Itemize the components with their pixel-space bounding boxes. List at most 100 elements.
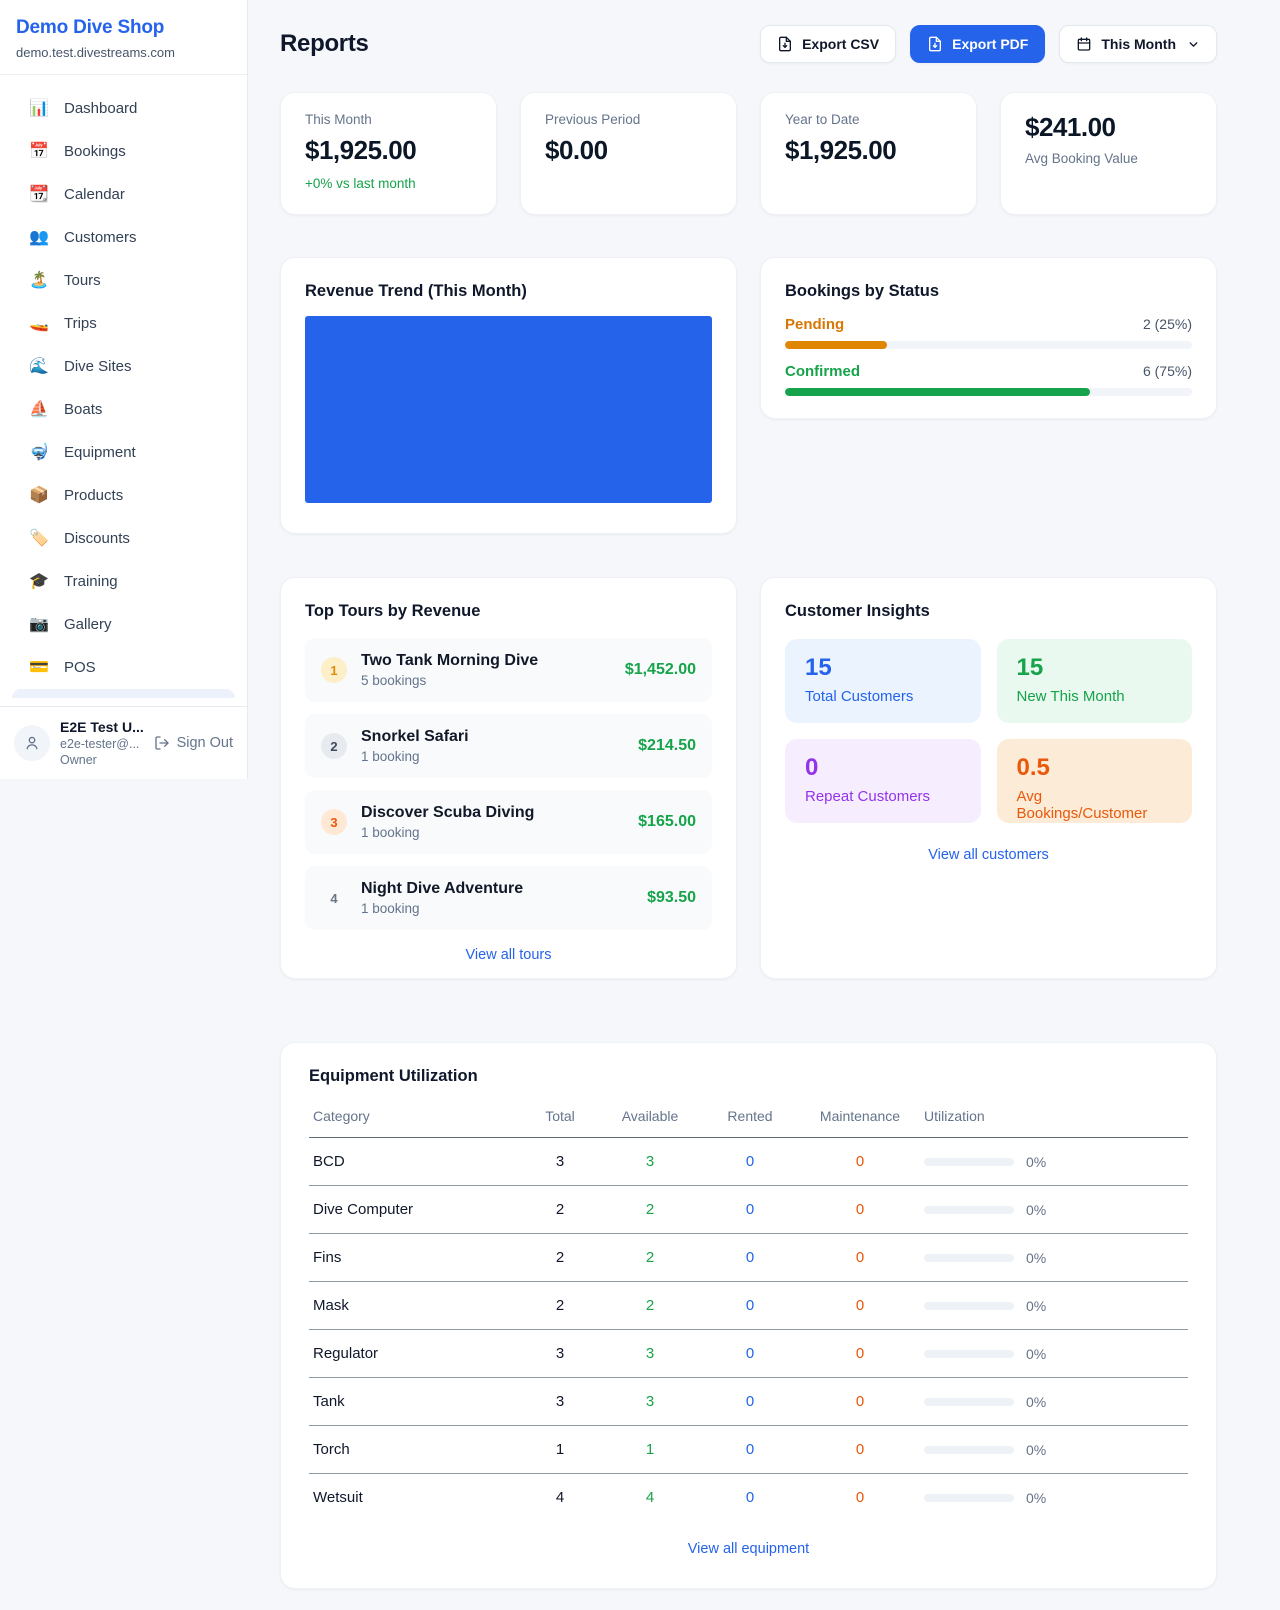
export-pdf-button[interactable]: Export PDF <box>910 25 1045 63</box>
sidebar-item-label: Equipment <box>64 444 136 461</box>
status-count: 6 (75%) <box>1143 363 1192 379</box>
equipment-category: Tank <box>309 1378 520 1426</box>
equipment-rented: 0 <box>700 1426 800 1474</box>
equipment-maintenance: 0 <box>800 1426 920 1474</box>
sidebar-item-partial[interactable] <box>12 689 235 698</box>
stat-delta: +0% vs last month <box>305 176 472 191</box>
sidebar-item-label: Calendar <box>64 186 125 203</box>
stats-row: This Month $1,925.00 +0% vs last month P… <box>280 92 1217 215</box>
export-pdf-label: Export PDF <box>952 36 1028 52</box>
sidebar-item-label: Dashboard <box>64 100 137 117</box>
stat-card-previous-period: Previous Period $0.00 <box>520 92 737 215</box>
sidebar-item-label: Training <box>64 573 118 590</box>
equipment-rented: 0 <box>700 1186 800 1234</box>
sidebar-item-label: Gallery <box>64 616 112 633</box>
avatar <box>14 725 50 761</box>
table-row: Tank 3 3 0 0 0% <box>309 1378 1188 1426</box>
tile-label: New This Month <box>1017 688 1173 705</box>
tour-bookings: 1 booking <box>361 901 633 916</box>
rank-badge: 4 <box>321 885 347 911</box>
status-label: Pending <box>785 316 844 333</box>
utilization-bar <box>924 1350 1014 1358</box>
tour-row: 1 Two Tank Morning Dive5 bookings $1,452… <box>305 638 712 702</box>
sidebar-item-label: Tours <box>64 272 101 289</box>
utilization-percent: 0% <box>1026 1250 1046 1266</box>
equipment-rented: 0 <box>700 1378 800 1426</box>
stat-label: Previous Period <box>545 112 712 127</box>
status-count: 2 (25%) <box>1143 316 1192 332</box>
equipment-icon: 🤿 <box>29 445 49 461</box>
tour-bookings: 1 booking <box>361 749 624 764</box>
equipment-total: 2 <box>520 1186 600 1234</box>
bookings-by-status-card: Bookings by Status Pending 2 (25%) Confi… <box>760 257 1217 419</box>
tile-value: 0 <box>805 754 961 782</box>
equipment-maintenance: 0 <box>800 1474 920 1522</box>
page-title: Reports <box>280 30 369 58</box>
view-all-customers-link[interactable]: View all customers <box>785 847 1192 863</box>
utilization-bar <box>924 1254 1014 1262</box>
export-csv-label: Export CSV <box>802 36 879 52</box>
sidebar-item-boats[interactable]: ⛵Boats <box>12 388 235 431</box>
utilization-bar <box>924 1206 1014 1214</box>
equipment-category: Wetsuit <box>309 1474 520 1522</box>
equipment-available: 1 <box>600 1426 700 1474</box>
sidebar-item-tours[interactable]: 🏝️Tours <box>12 259 235 302</box>
sidebar-item-dive-sites[interactable]: 🌊 Dive Sites <box>12 345 235 388</box>
sign-out-button[interactable]: Sign Out <box>154 735 233 751</box>
sidebar-item-dashboard[interactable]: 📊Dashboard <box>12 87 235 130</box>
sidebar-item-equipment[interactable]: 🤿 Equipment <box>12 431 235 474</box>
equipment-utilization-title: Equipment Utilization <box>309 1067 1188 1086</box>
tour-row: 3 Discover Scuba Diving1 booking $165.00 <box>305 790 712 854</box>
equipment-table: Category Total Available Rented Maintena… <box>309 1098 1188 1522</box>
insight-tiles: 15 Total Customers 15 New This Month 0 R… <box>785 639 1192 823</box>
sidebar-item-products[interactable]: 📦Products <box>12 474 235 517</box>
equipment-category: Fins <box>309 1234 520 1282</box>
view-all-tours-link[interactable]: View all tours <box>305 947 712 963</box>
period-label: This Month <box>1101 36 1176 52</box>
equipment-total: 3 <box>520 1330 600 1378</box>
stat-label: Year to Date <box>785 112 952 127</box>
sidebar-item-trips[interactable]: 🚤Trips <box>12 302 235 345</box>
sidebar-item-pos[interactable]: 💳POS <box>12 646 235 689</box>
tile-total-customers: 15 Total Customers <box>785 639 981 723</box>
sidebar-item-customers[interactable]: 👥Customers <box>12 216 235 259</box>
equipment-maintenance: 0 <box>800 1234 920 1282</box>
equipment-rented: 0 <box>700 1138 800 1186</box>
period-dropdown[interactable]: This Month <box>1059 25 1217 63</box>
equipment-total: 2 <box>520 1234 600 1282</box>
equipment-maintenance: 0 <box>800 1186 920 1234</box>
trips-icon: 🚤 <box>29 316 49 332</box>
calendar-icon: 📆 <box>29 187 49 203</box>
tile-repeat-customers: 0 Repeat Customers <box>785 739 981 823</box>
sidebar-item-gallery[interactable]: 📷Gallery <box>12 603 235 646</box>
stat-card-year-to-date: Year to Date $1,925.00 <box>760 92 977 215</box>
stat-value: $241.00 <box>1025 112 1192 143</box>
tile-label: Avg Bookings/Customer <box>1017 788 1173 822</box>
tour-name: Night Dive Adventure <box>361 880 633 898</box>
equipment-available: 2 <box>600 1282 700 1330</box>
stat-card-avg-booking-value: $241.00 Avg Booking Value <box>1000 92 1217 215</box>
stat-label: This Month <box>305 112 472 127</box>
equipment-total: 3 <box>520 1138 600 1186</box>
table-row: BCD 3 3 0 0 0% <box>309 1138 1188 1186</box>
equipment-total: 1 <box>520 1426 600 1474</box>
logout-icon <box>154 735 170 751</box>
utilization-bar <box>924 1398 1014 1406</box>
dive-sites-icon: 🌊 <box>29 359 49 375</box>
sidebar-item-label: Customers <box>64 229 137 246</box>
stat-value: $1,925.00 <box>305 135 472 166</box>
sidebar-item-label: Dive Sites <box>64 358 132 375</box>
sidebar-item-calendar[interactable]: 📆 Calendar <box>12 173 235 216</box>
tile-value: 15 <box>805 654 961 682</box>
export-csv-button[interactable]: Export CSV <box>760 25 896 63</box>
sidebar-item-discounts[interactable]: 🏷️Discounts <box>12 517 235 560</box>
utilization-percent: 0% <box>1026 1154 1046 1170</box>
table-row: Wetsuit 4 4 0 0 0% <box>309 1474 1188 1522</box>
utilization-percent: 0% <box>1026 1346 1046 1362</box>
view-all-equipment-link[interactable]: View all equipment <box>309 1541 1188 1557</box>
column-header-maintenance: Maintenance <box>800 1098 920 1138</box>
sidebar-item-training[interactable]: 🎓Training <box>12 560 235 603</box>
equipment-utilization-card: Equipment Utilization Category Total Ava… <box>280 1042 1217 1589</box>
equipment-rented: 0 <box>700 1282 800 1330</box>
sidebar-item-bookings[interactable]: 📅Bookings <box>12 130 235 173</box>
